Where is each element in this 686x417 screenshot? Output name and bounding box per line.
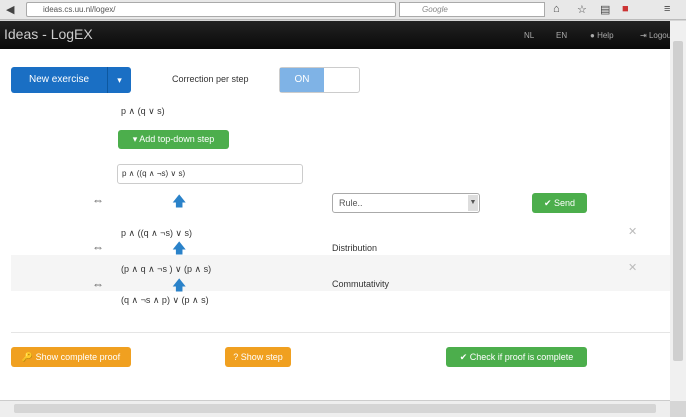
vertical-scrollbar[interactable] xyxy=(670,21,686,401)
new-exercise-button[interactable]: New exercise ▾ xyxy=(11,67,131,93)
step-rule: Distribution xyxy=(332,243,378,253)
show-step-label: Show step xyxy=(240,352,283,362)
step-formula: (p ∧ q ∧ ¬s ) ∨ (p ∧ s) xyxy=(121,264,212,274)
toggle-on: ON xyxy=(280,68,324,92)
correction-toggle[interactable]: ON xyxy=(279,67,360,93)
step-rule: Commutativity xyxy=(332,279,390,289)
show-proof-label: Show complete proof xyxy=(35,352,121,362)
formula-input[interactable]: p ∧ ((q ∧ ¬s) ∨ s) xyxy=(117,164,303,184)
home-icon[interactable]: ⌂ xyxy=(553,3,560,15)
menu-icon[interactable]: ≡ xyxy=(664,3,670,15)
nav-logout[interactable]: ⇥ Logout xyxy=(640,31,670,40)
nav-help[interactable]: ● Help xyxy=(590,31,614,40)
scroll-thumb[interactable] xyxy=(673,41,683,361)
dropdown-caret-icon[interactable]: ▾ xyxy=(107,67,131,93)
help-label: Help xyxy=(597,31,614,40)
pdf-icon[interactable]: ■ xyxy=(622,3,629,15)
equivalence-icon: ⇔ xyxy=(92,193,104,207)
url-bar[interactable]: ideas.cs.uu.nl/logex/ xyxy=(26,2,396,17)
star-icon[interactable]: ☆ xyxy=(577,3,587,16)
logout-label: Logout xyxy=(648,31,670,40)
nav-en[interactable]: EN xyxy=(556,31,567,40)
delete-step-icon[interactable]: ✕ xyxy=(628,225,637,238)
select-caret-icon: ▼ xyxy=(468,195,478,211)
arrow-up-icon[interactable]: 🡅 xyxy=(172,191,186,215)
divider xyxy=(11,332,670,333)
back-icon[interactable]: ◀ xyxy=(6,3,14,16)
check-proof-button[interactable]: ✔ Check if proof is complete xyxy=(446,347,587,367)
add-step-button[interactable]: ▾ Add top-down step xyxy=(118,130,229,149)
browser-toolbar: ◀ ideas.cs.uu.nl/logex/ Google ⌂ ☆ ▤ ■ ≡ xyxy=(0,0,686,20)
delete-step-icon[interactable]: ✕ xyxy=(628,261,637,274)
target-formula: (q ∧ ¬s ∧ p) ∨ (p ∧ s) xyxy=(121,295,209,305)
main-content: New exercise ▾ Correction per step ON p … xyxy=(0,49,670,400)
show-proof-button[interactable]: 🔑 Show complete proof xyxy=(11,347,131,367)
hscroll-thumb[interactable] xyxy=(14,404,656,413)
nav-nl[interactable]: NL xyxy=(524,31,534,40)
start-formula: p ∧ (q ∨ s) xyxy=(121,106,165,116)
rule-placeholder: Rule.. xyxy=(339,198,363,208)
new-exercise-label: New exercise xyxy=(28,74,90,85)
clipboard-icon[interactable]: ▤ xyxy=(600,3,610,16)
check-label: Check if proof is complete xyxy=(469,352,574,362)
show-step-button[interactable]: ? Show step xyxy=(225,347,291,367)
rule-select[interactable]: Rule.. ▼ xyxy=(332,193,480,213)
navbar: Ideas - LogEX NL EN ● Help ⇥ Logout xyxy=(0,21,670,49)
equivalence-icon: ⇔ xyxy=(92,277,104,291)
add-step-label: Add top-down step xyxy=(139,134,215,144)
equivalence-icon: ⇔ xyxy=(92,240,104,254)
send-button[interactable]: ✔ Send xyxy=(532,193,587,213)
send-label: Send xyxy=(554,198,576,208)
search-input[interactable]: Google xyxy=(399,2,545,17)
horizontal-scrollbar[interactable] xyxy=(0,400,670,417)
correction-label: Correction per step xyxy=(172,74,249,84)
brand[interactable]: Ideas - LogEX xyxy=(4,26,93,42)
